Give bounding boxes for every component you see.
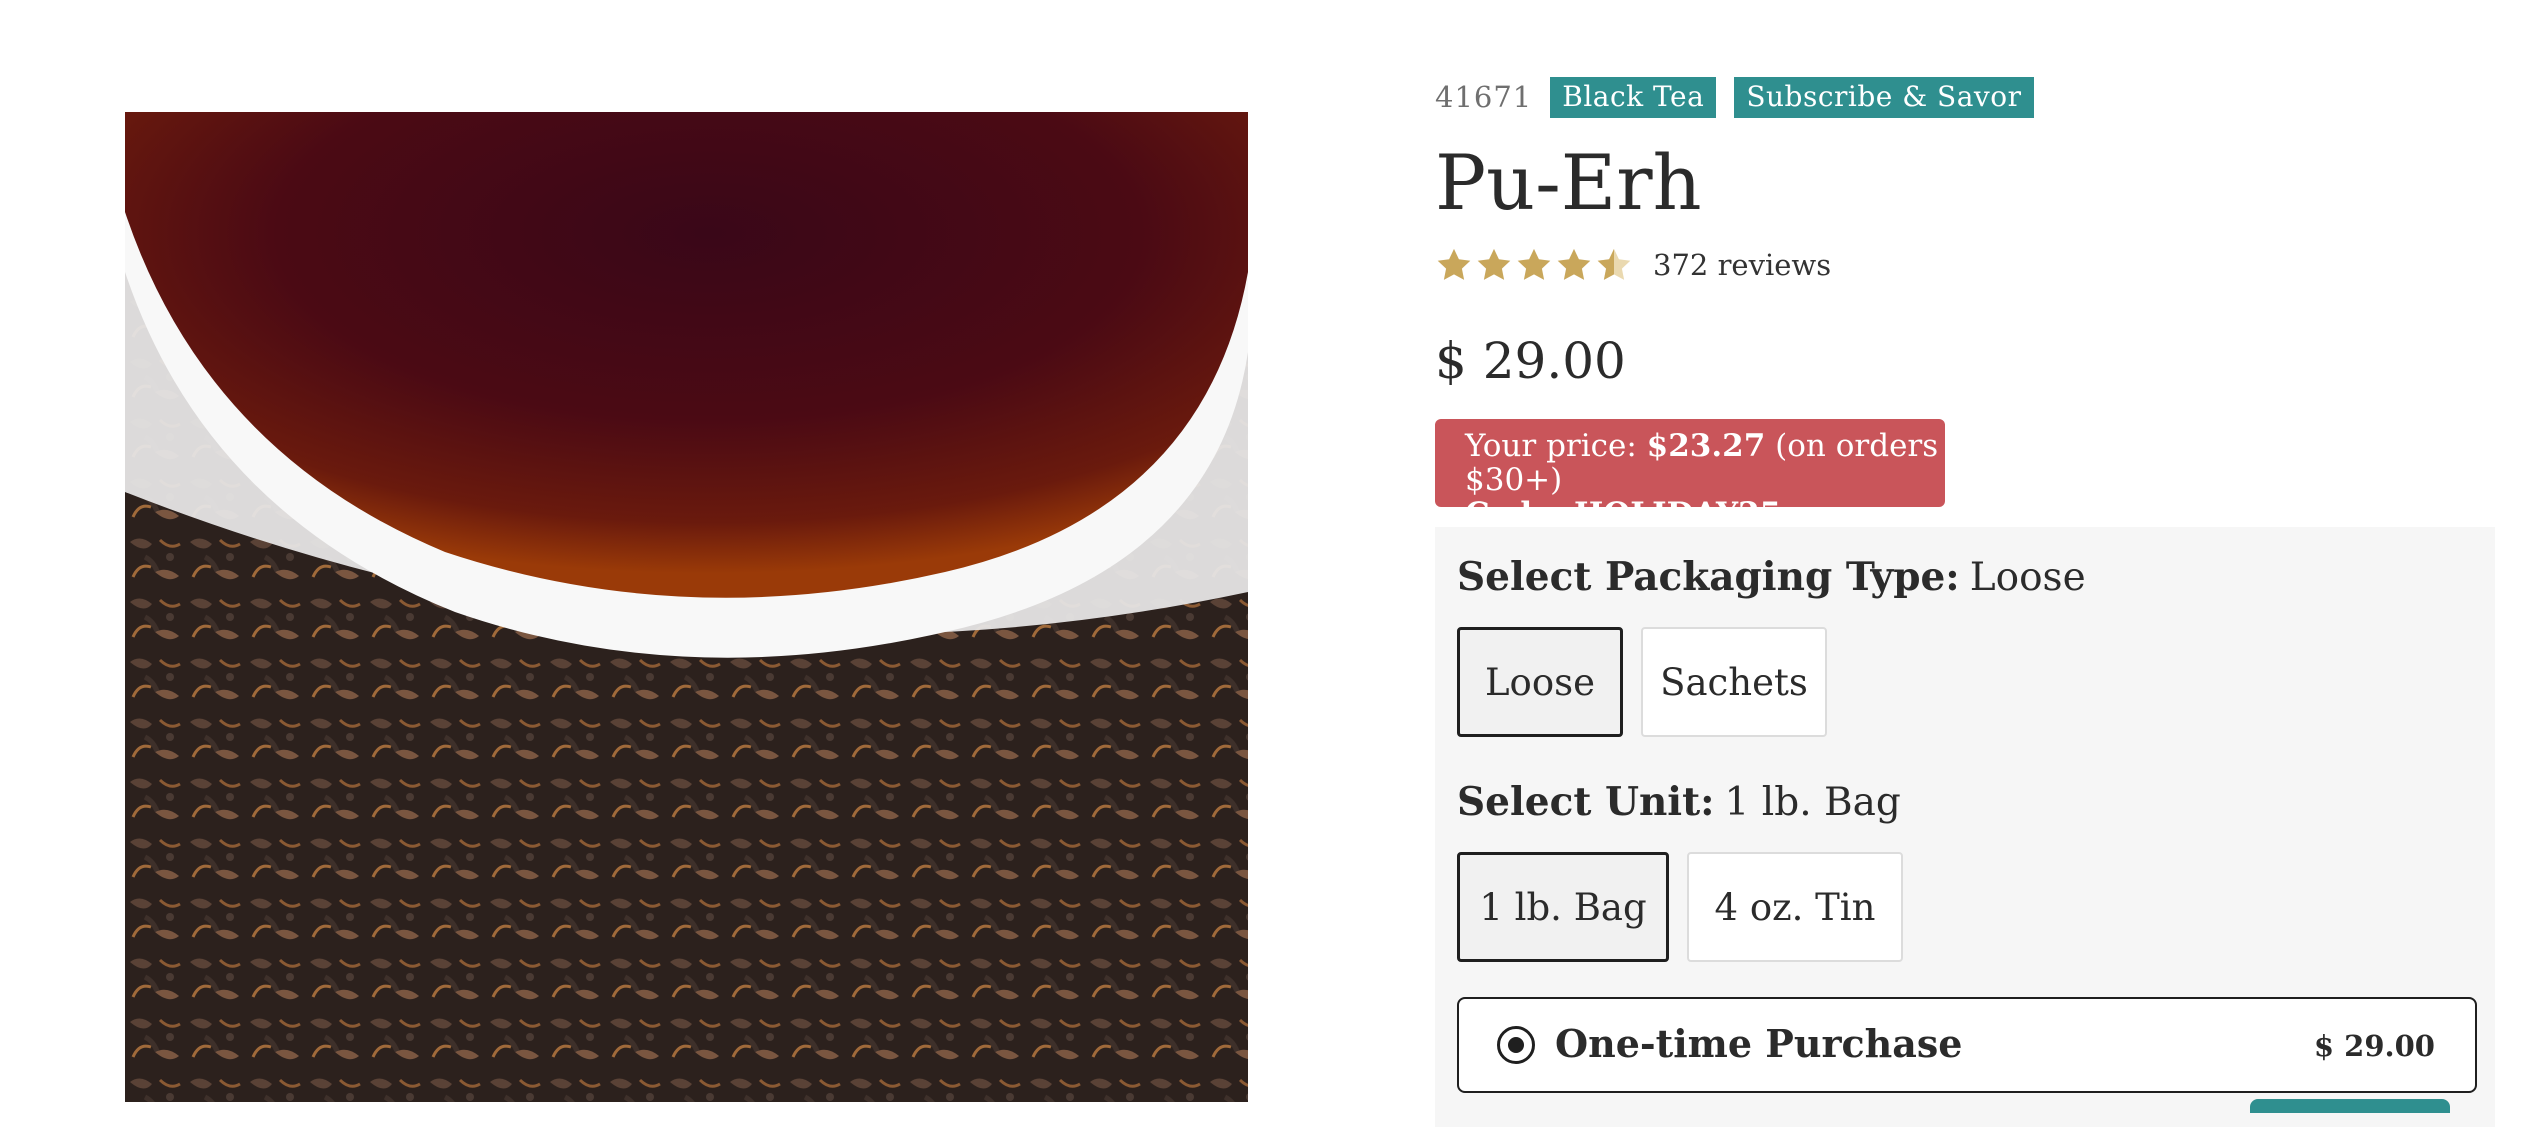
star-icon — [1557, 248, 1591, 280]
promo-price: $23.27 — [1646, 428, 1766, 464]
product-info: 41671 Black Tea Subscribe & Savor Pu-Erh… — [1435, 0, 2495, 1127]
radio-selected-icon[interactable] — [1497, 1026, 1535, 1064]
star-icon — [1437, 248, 1471, 280]
unit-option-1lb-bag[interactable]: 1 lb. Bag — [1457, 852, 1669, 962]
sku-number: 41671 — [1435, 80, 1533, 114]
star-icon — [1517, 248, 1551, 280]
purchase-option-label: One-time Purchase — [1555, 1021, 1963, 1066]
promo-code-line: Code: HOLIDAY25 — [1465, 496, 1782, 532]
purchase-option-price: $ 29.00 — [2313, 1029, 2435, 1063]
packaging-label: Select Packaging Type: Loose — [1457, 554, 2086, 600]
promo-banner: Your price: $23.27 (on orders $30+) Code… — [1435, 419, 1945, 531]
options-panel: Select Packaging Type: Loose Loose Sachet… — [1435, 527, 2495, 1127]
unit-label: Select Unit: 1 lb. Bag — [1457, 779, 1901, 825]
badge-subscribe[interactable]: Subscribe & Savor — [1734, 76, 2034, 118]
product-title: Pu-Erh — [1435, 138, 1702, 227]
reviews-link[interactable]: 372 reviews — [1653, 248, 1831, 282]
packaging-selected-value: Loose — [1969, 555, 2086, 600]
tea-photo — [125, 112, 1248, 1102]
product-meta: 41671 Black Tea Subscribe & Savor — [1435, 76, 2052, 118]
unit-selected-value: 1 lb. Bag — [1724, 780, 1901, 825]
badge-category[interactable]: Black Tea — [1550, 76, 1717, 118]
one-time-purchase-option[interactable]: One-time Purchase $ 29.00 — [1457, 997, 2477, 1093]
rating-row[interactable]: 372 reviews — [1435, 242, 1831, 288]
promo-price-line: Your price: $23.27 (on orders $30+) — [1465, 428, 1939, 498]
packaging-option-loose[interactable]: Loose — [1457, 627, 1623, 737]
star-half-icon — [1597, 248, 1631, 280]
product-image — [125, 112, 1248, 1102]
star-icon — [1477, 248, 1511, 280]
packaging-option-sachets[interactable]: Sachets — [1641, 627, 1827, 737]
product-price: $ 29.00 — [1435, 332, 1626, 390]
unit-option-4oz-tin[interactable]: 4 oz. Tin — [1687, 852, 1903, 962]
next-option-edge[interactable] — [2250, 1099, 2450, 1113]
star-rating — [1435, 246, 1635, 284]
